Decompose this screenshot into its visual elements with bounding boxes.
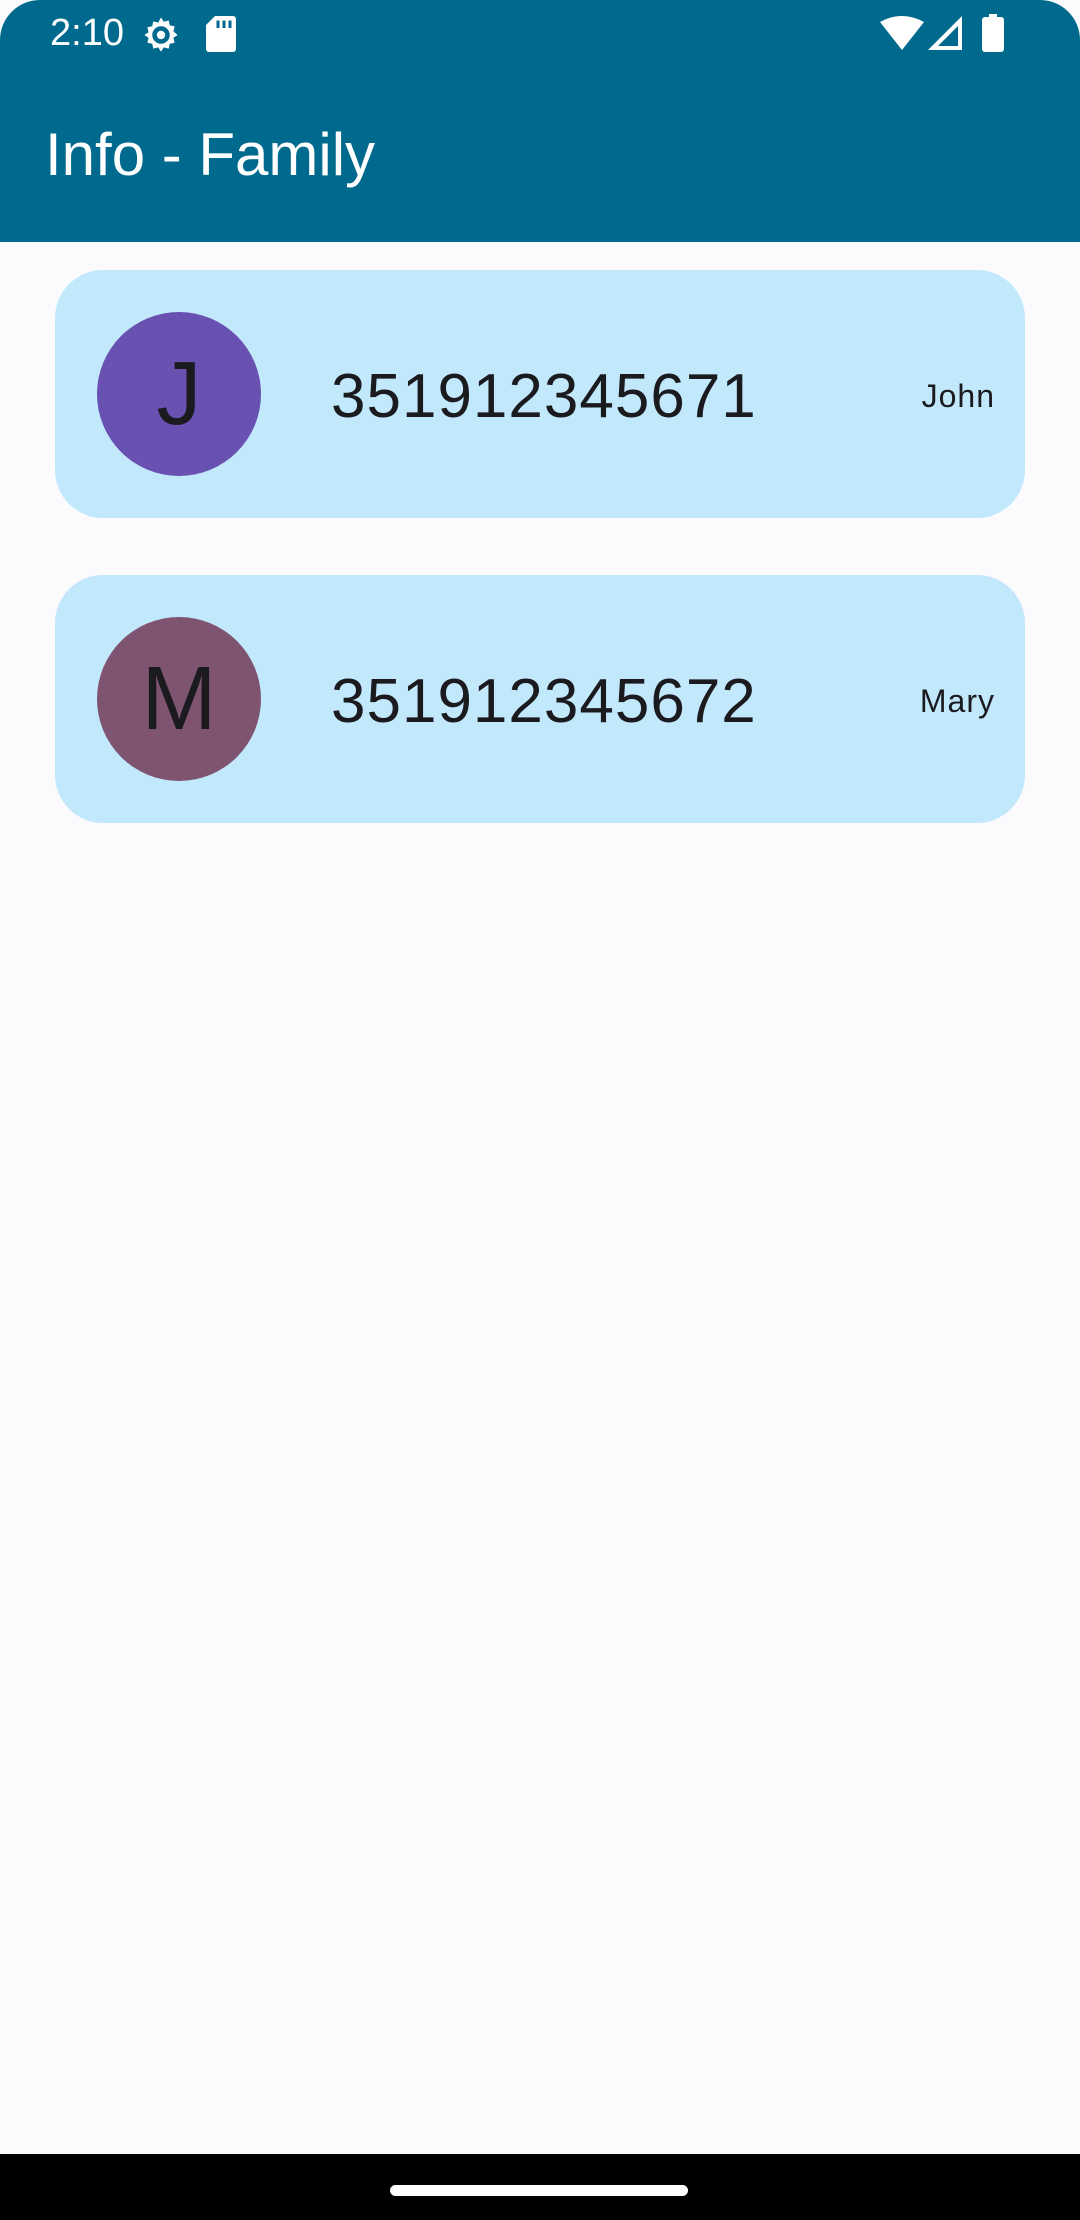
contact-name: Mary (919, 683, 995, 719)
settings-gear-icon (144, 17, 178, 52)
status-time: 2:10 (50, 12, 124, 54)
avatar: M (97, 617, 261, 781)
page-title: Info - Family (45, 121, 376, 188)
sd-card-icon (206, 16, 236, 52)
app-header: 2:10 Info - Family (0, 0, 1080, 242)
cellular-signal-icon (928, 16, 962, 50)
avatar: J (97, 312, 261, 476)
home-gesture-handle[interactable] (390, 2185, 688, 2196)
contact-card-mary[interactable]: M 351912345672 Mary (55, 575, 1025, 823)
battery-icon (982, 14, 1004, 52)
contact-card-john[interactable]: J 351912345671 John (55, 270, 1025, 518)
contact-phone: 351912345671 (331, 362, 757, 431)
wifi-icon (880, 16, 924, 50)
contact-name: John (921, 378, 995, 414)
navigation-bar (0, 2154, 1080, 2220)
contact-phone: 351912345672 (331, 667, 757, 736)
status-bar: 2:10 (0, 0, 1080, 66)
